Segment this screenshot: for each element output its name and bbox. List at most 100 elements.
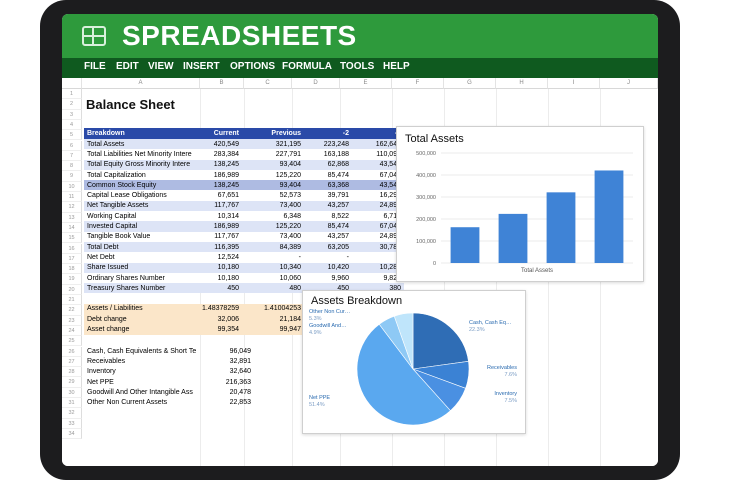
bar--3[interactable]: [450, 227, 480, 263]
value-cell[interactable]: 321,195: [242, 139, 304, 149]
value-cell[interactable]: 10,420: [304, 263, 352, 273]
value-cell[interactable]: -: [304, 252, 352, 262]
total-assets-chart[interactable]: Total Assets 0 100,000 200,000 300,000 400,0…: [396, 126, 644, 282]
spreadsheet-grid[interactable]: A B C D E F G H I J 1 2 3 4 5 6 7 8 9 10 11 12 13 14 1…: [62, 78, 658, 466]
value-cell[interactable]: 99,354: [196, 324, 242, 334]
menu-file[interactable]: FILE: [84, 61, 106, 72]
column-header-c[interactable]: C: [244, 78, 292, 89]
row-label-cell[interactable]: Capital Lease Obligations: [84, 190, 196, 200]
value-cell[interactable]: 163,188: [304, 149, 352, 159]
column-header-f[interactable]: F: [392, 78, 444, 89]
value-cell[interactable]: 32,006: [196, 314, 242, 324]
row-label-cell[interactable]: Common Stock Equity: [84, 180, 196, 190]
table-row[interactable]: Net Debt12,524---: [84, 252, 404, 263]
value-cell[interactable]: 1.48378259: [196, 304, 242, 314]
table-row[interactable]: Inventory 32,640: [84, 367, 254, 377]
menu-formula[interactable]: FORMULA: [282, 61, 332, 72]
row-number[interactable]: 24: [62, 325, 82, 337]
value-cell[interactable]: 67,651: [196, 190, 242, 200]
row-label-cell[interactable]: Goodwill And Other Intangible Ass: [84, 387, 202, 397]
value-cell[interactable]: 63,368: [304, 180, 352, 190]
row-label-cell[interactable]: Total Debt: [84, 242, 196, 252]
row-number[interactable]: 7: [62, 150, 82, 162]
value-cell[interactable]: 63,205: [304, 242, 352, 252]
value-cell[interactable]: 138,245: [196, 180, 242, 190]
row-number[interactable]: 30: [62, 387, 82, 398]
row-label-cell[interactable]: Net Debt: [84, 252, 196, 262]
column-header-j[interactable]: J: [600, 78, 658, 89]
value-cell[interactable]: 85,474: [304, 221, 352, 231]
value-cell[interactable]: 21,184: [242, 314, 304, 324]
column-header-i[interactable]: I: [548, 78, 600, 89]
corner-cell[interactable]: [62, 78, 82, 89]
table-row[interactable]: Net Tangible Assets 117,767 73,400 43,257 24…: [84, 200, 404, 212]
row-number[interactable]: 31: [62, 398, 82, 409]
menu-help[interactable]: HELP: [383, 61, 410, 72]
column-header-a[interactable]: A: [82, 78, 200, 89]
table-row[interactable]: Capital Lease Obligations 67,651 52,573 39,…: [84, 190, 404, 201]
table-row[interactable]: Net PPE 216,363: [84, 377, 254, 387]
value-cell[interactable]: 116,395: [196, 242, 242, 252]
row-number[interactable]: 13: [62, 212, 82, 223]
row-label-cell[interactable]: Total Capitalization: [84, 170, 196, 180]
row-number[interactable]: 10: [62, 181, 82, 192]
row-label-cell[interactable]: Receivables: [84, 356, 202, 366]
value-cell[interactable]: 32,640: [202, 367, 254, 377]
assets-breakdown-chart[interactable]: Assets Breakdown Cash, Cash Eq… 22.3% Rece…: [302, 290, 526, 434]
row-number[interactable]: 17: [62, 253, 82, 265]
value-cell[interactable]: 12,524: [196, 252, 242, 262]
row-number[interactable]: 34: [62, 428, 82, 440]
value-cell[interactable]: 117,767: [196, 232, 242, 242]
table-row[interactable]: Working Capital 10,314 6,348 8,522 6,710: [84, 211, 404, 222]
value-cell[interactable]: 39,791: [304, 190, 352, 200]
table-row[interactable]: Receivables 32,891: [84, 356, 254, 366]
column-header-b[interactable]: B: [200, 78, 244, 89]
column-header-h[interactable]: H: [496, 78, 548, 89]
value-cell[interactable]: 10,060: [242, 273, 304, 283]
row-number[interactable]: 29: [62, 377, 82, 388]
row-number[interactable]: 8: [62, 161, 82, 172]
table-row[interactable]: Goodwill And Other Intangible Ass 20,478: [84, 387, 254, 397]
value-cell[interactable]: 10,314: [196, 211, 242, 221]
table-row[interactable]: Invested Capital 186,989 125,220 85,474 67,0…: [84, 221, 404, 232]
table-row[interactable]: Total Equity Gross Minority Intere 138,24…: [84, 159, 404, 170]
row-number[interactable]: 25: [62, 336, 82, 347]
table-row[interactable]: Total Assets 420,549 321,195 223,248 162,648: [84, 139, 404, 150]
row-label-cell[interactable]: Working Capital: [84, 211, 196, 221]
row-label-cell[interactable]: Net PPE: [84, 377, 202, 387]
row-number[interactable]: 27: [62, 356, 82, 368]
row-number[interactable]: 28: [62, 367, 82, 378]
row-label-cell[interactable]: Asset change: [84, 324, 196, 334]
value-cell[interactable]: 10,180: [196, 263, 242, 273]
value-cell[interactable]: 10,180: [196, 273, 242, 283]
row-label-cell[interactable]: Other Non Current Assets: [84, 397, 202, 407]
column-header-e[interactable]: E: [340, 78, 392, 89]
row-number[interactable]: 14: [62, 222, 82, 234]
row-label-cell[interactable]: Tangible Book Value: [84, 232, 196, 242]
pie-slice[interactable]: [412, 312, 469, 370]
menu-insert[interactable]: INSERT: [183, 61, 220, 72]
column-header-g[interactable]: G: [444, 78, 496, 89]
row-number[interactable]: 1: [62, 89, 82, 100]
row-number[interactable]: 19: [62, 274, 82, 285]
row-label-cell[interactable]: Cash, Cash Equivalents & Short Te: [84, 346, 202, 356]
row-label-cell[interactable]: Debt change: [84, 314, 196, 324]
value-cell[interactable]: 117,767: [196, 201, 242, 211]
table-row[interactable]: Total Capitalization 186,989 125,220 85,474…: [84, 169, 404, 181]
row-number[interactable]: 3: [62, 109, 82, 120]
row-number[interactable]: 2: [62, 99, 82, 110]
table-row[interactable]: Total Liabilities Net Minority Intere 283…: [84, 149, 404, 160]
row-label-cell[interactable]: Assets / Liabilities: [84, 304, 196, 314]
row-label-cell[interactable]: Total Equity Gross Minority Intere: [84, 160, 196, 170]
value-cell[interactable]: 480: [242, 283, 304, 293]
value-cell[interactable]: 186,989: [196, 170, 242, 180]
value-cell[interactable]: 62,868: [304, 160, 352, 170]
assets-breakdown-table[interactable]: Cash, Cash Equivalents & Short Te 96,049 R…: [84, 346, 254, 408]
row-number[interactable]: 12: [62, 202, 82, 213]
row-label-cell[interactable]: Treasury Shares Number: [84, 283, 196, 293]
row-number[interactable]: 33: [62, 418, 82, 429]
value-cell[interactable]: 283,384: [196, 149, 242, 159]
value-cell[interactable]: 1.41004253: [242, 304, 304, 314]
menu-tools[interactable]: TOOLS: [340, 61, 374, 72]
row-number[interactable]: 4: [62, 119, 82, 131]
